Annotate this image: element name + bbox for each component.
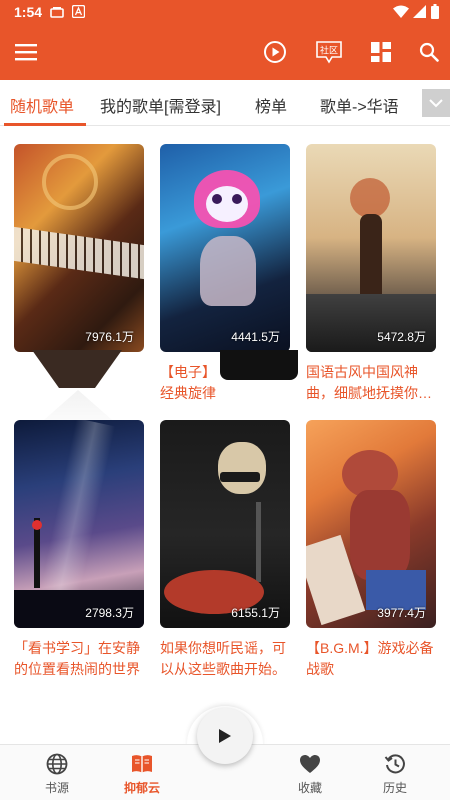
playlist-title[interactable]: 如果你想听民谣，可以从这些歌曲开始。 — [160, 638, 294, 680]
nav-label: 历史 — [382, 781, 407, 795]
hamburger-menu-icon — [15, 44, 37, 61]
grid-layout-icon — [371, 42, 391, 62]
playlist-cover-image: 6155.1万 — [160, 420, 290, 628]
nav-favorites[interactable]: 收藏 — [270, 745, 350, 800]
signal-icon — [413, 5, 426, 18]
community-label: 社区 — [320, 45, 338, 57]
heart-icon — [300, 755, 320, 773]
layout-toggle-button[interactable] — [367, 38, 395, 66]
playlist-title[interactable]: 「看书学习」在安静的位置看热闹的世界 — [14, 638, 148, 680]
battery-icon — [431, 4, 439, 19]
playlist-cover-image: 5472.8万 — [306, 144, 436, 352]
play-count: 4441.5万 — [231, 330, 280, 344]
active-tab-indicator — [4, 123, 86, 126]
playlist-cover-image: 2798.3万 — [14, 420, 144, 628]
history-icon — [384, 754, 405, 774]
community-icon: 社区 — [316, 41, 342, 64]
card-notification-icon — [50, 7, 64, 18]
playlist-cover-image: 7976.1万 — [14, 144, 144, 352]
nav-book-sources[interactable]: 书源 — [17, 745, 97, 800]
playlist-cover-image: 3977.4万 — [306, 420, 436, 628]
play-button[interactable] — [261, 38, 289, 66]
app-bar: 社区 — [0, 24, 450, 80]
search-button[interactable] — [415, 38, 443, 66]
nav-label: 收藏 — [297, 781, 322, 795]
play-count: 7976.1万 — [85, 330, 134, 344]
nav-label: 书源 — [44, 781, 69, 795]
status-time: 1:54 — [14, 4, 43, 20]
nav-yiyu-cloud[interactable]: 抑郁云 — [102, 745, 182, 800]
nav-history[interactable]: 历史 — [355, 745, 435, 800]
more-tabs-button[interactable] — [422, 89, 450, 117]
search-icon — [419, 42, 439, 62]
floating-play-button[interactable] — [197, 708, 253, 764]
menu-button[interactable] — [12, 38, 40, 66]
playlist-title[interactable]: 【B.G.M.】游戏必备战歌 — [306, 638, 440, 680]
play-count: 2798.3万 — [85, 606, 134, 620]
book-icon — [132, 755, 152, 773]
playlist-title[interactable]: 国语古风中国风神曲，细腻地抚摸你… — [306, 362, 440, 404]
tab-random-playlists[interactable]: 随机歌单 — [10, 93, 74, 117]
app-notification-icon — [72, 5, 85, 18]
play-count: 5472.8万 — [377, 330, 426, 344]
playlist-cover-image: 4441.5万 — [160, 144, 290, 352]
chevron-down-icon — [429, 98, 443, 107]
status-bar: 1:54 — [0, 0, 450, 24]
globe-icon — [46, 753, 68, 775]
nav-label: 抑郁云 — [123, 781, 160, 795]
play-count: 6155.1万 — [231, 606, 280, 620]
tab-charts[interactable]: 榜单 — [255, 93, 287, 117]
community-button[interactable]: 社区 — [314, 38, 344, 66]
play-count: 3977.4万 — [377, 606, 426, 620]
play-circle-icon — [264, 41, 286, 63]
category-tabs: 随机歌单 我的歌单[需登录] 榜单 歌单->华语 — [0, 80, 450, 126]
playlist-title[interactable]: 【电子】 经典旋律 — [160, 362, 294, 404]
play-icon — [219, 729, 231, 743]
cover-glitch-shape — [32, 350, 122, 388]
wifi-icon — [393, 5, 409, 18]
tab-chinese-playlists[interactable]: 歌单->华语 — [320, 93, 399, 117]
tab-my-playlists[interactable]: 我的歌单[需登录] — [100, 93, 221, 117]
